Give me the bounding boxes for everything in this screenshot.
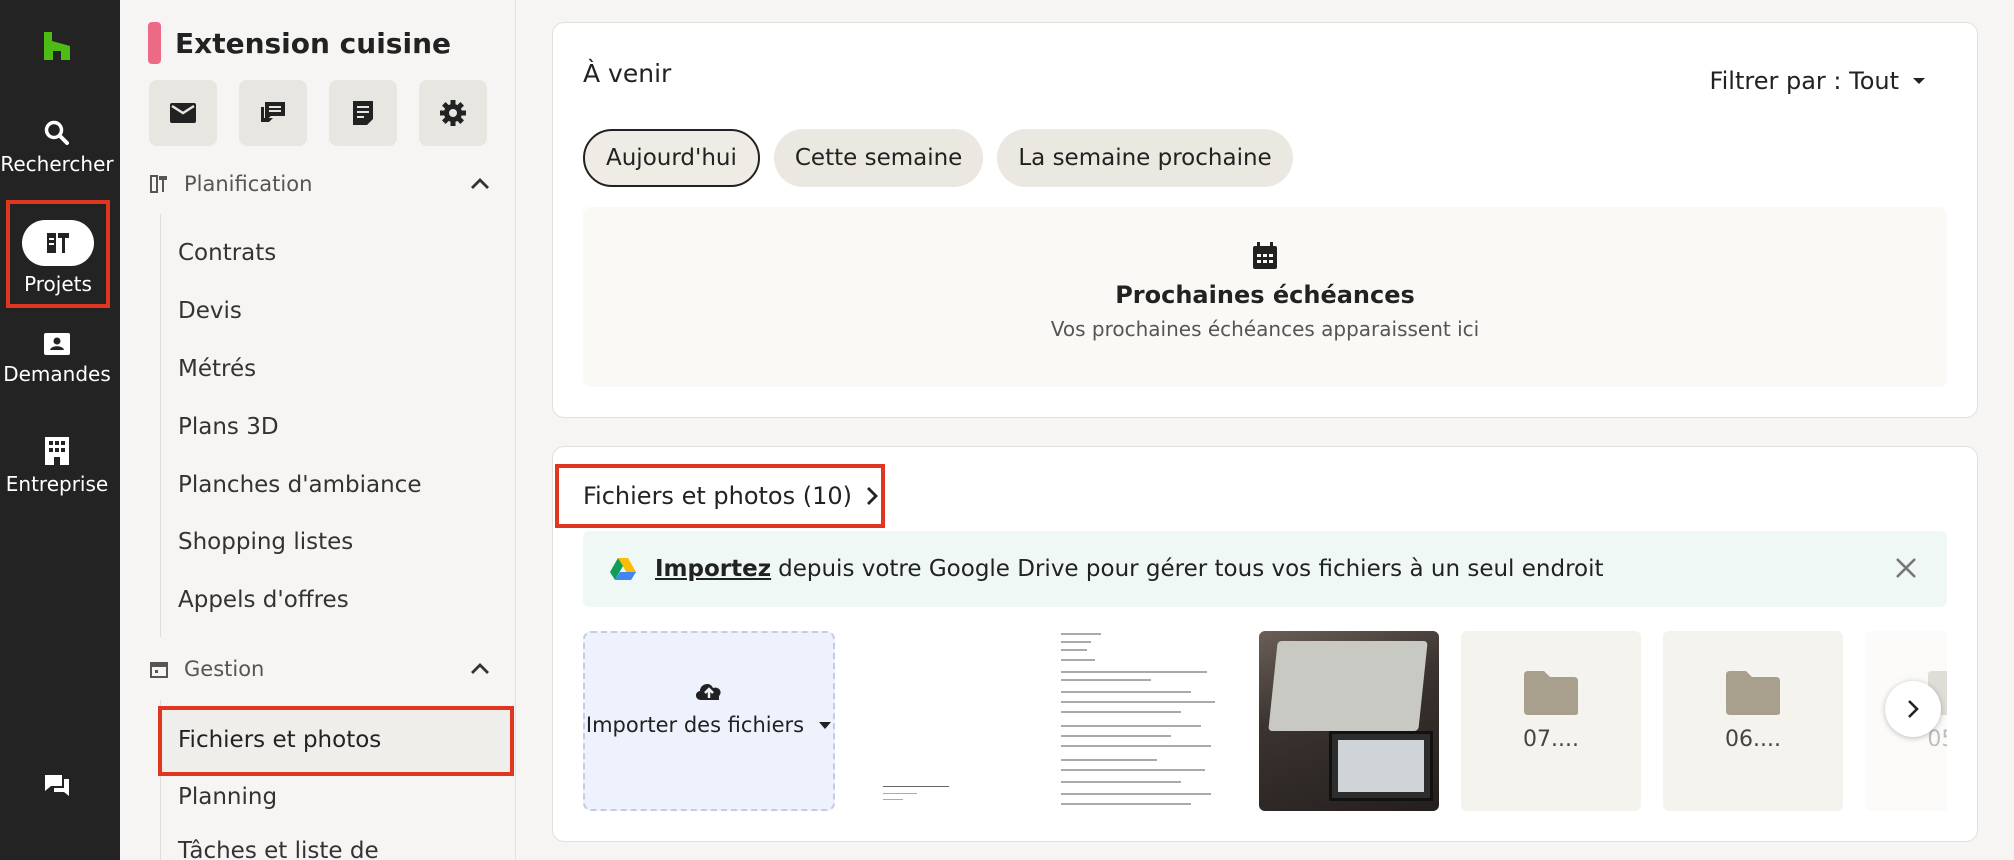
empty-state-subtitle: Vos prochaines échéances apparaissent ic…	[1050, 317, 1480, 341]
settings-button[interactable]	[419, 80, 487, 146]
folder-label: 07....	[1523, 727, 1579, 752]
chevron-right-icon	[1908, 700, 1919, 718]
rail-requests-label: Demandes	[3, 362, 111, 386]
calendar-small-icon	[150, 662, 168, 678]
nav-item-devis[interactable]: Devis	[178, 298, 242, 324]
rail-company[interactable]: Entreprise	[0, 436, 114, 496]
folder-icon	[1524, 671, 1578, 715]
nav-item-shopping[interactable]: Shopping listes	[178, 529, 353, 555]
folder-label: 06....	[1725, 727, 1781, 752]
chip-this-week[interactable]: Cette semaine	[773, 129, 984, 187]
planning-tools-icon	[150, 175, 167, 193]
caret-down-icon	[1913, 78, 1925, 84]
files-header-link[interactable]: Fichiers et photos (10)	[555, 464, 885, 528]
mail-button[interactable]	[149, 80, 217, 146]
app-rail: Rechercher Projets Demandes Entreprise	[0, 0, 120, 860]
rail-search[interactable]: Rechercher	[0, 120, 114, 176]
folder-tile[interactable]: 07....	[1461, 631, 1641, 811]
nav-item-plans-3d[interactable]: Plans 3D	[178, 414, 279, 440]
document-thumbnail[interactable]	[855, 631, 1035, 811]
chevron-up-icon	[471, 663, 489, 674]
rail-search-label: Rechercher	[0, 152, 114, 176]
file-thumbnails: Importer des fichiers 07.... 06.... 0	[583, 631, 1947, 813]
houzz-logo-icon[interactable]	[42, 30, 72, 62]
files-card: Fichiers et photos (10) Importez depuis …	[552, 446, 1978, 842]
contact-card-icon	[44, 333, 70, 355]
projects-icon	[22, 220, 94, 266]
chip-next-week[interactable]: La semaine prochaine	[997, 129, 1293, 187]
project-color-marker	[148, 22, 161, 64]
project-header: Extension cuisine	[148, 22, 451, 64]
google-drive-icon	[610, 558, 636, 580]
rail-requests[interactable]: Demandes	[0, 332, 114, 386]
drive-banner-text: depuis votre Google Drive pour gérer tou…	[778, 556, 1604, 582]
section-planification[interactable]: Planification	[150, 172, 490, 196]
chip-today[interactable]: Aujourd'hui	[583, 129, 760, 187]
upload-files-label: Importer des fichiers	[585, 713, 805, 737]
nav-item-contrats[interactable]: Contrats	[178, 240, 276, 266]
chat-icon[interactable]	[42, 772, 72, 804]
empty-state-title: Prochaines échéances	[1115, 281, 1415, 309]
section-gestion[interactable]: Gestion	[150, 657, 490, 681]
close-icon[interactable]	[1895, 557, 1917, 579]
search-icon	[44, 120, 69, 145]
section-planification-label: Planification	[184, 172, 313, 196]
project-sidebar: Extension cuisine Planification Contrats…	[120, 0, 516, 860]
google-drive-banner: Importez depuis votre Google Drive pour …	[583, 531, 1947, 607]
nav-item-planches[interactable]: Planches d'ambiance	[178, 472, 421, 498]
rail-projects-label: Projets	[24, 272, 92, 296]
calendar-icon	[1253, 242, 1277, 269]
nav-item-taches[interactable]: Tâches et liste de	[178, 838, 379, 860]
settings-icon	[440, 100, 466, 126]
quick-actions	[149, 80, 487, 146]
rail-company-label: Entreprise	[5, 472, 109, 496]
filter-dropdown[interactable]: Filtrer par : Tout	[1710, 67, 1927, 95]
building-icon	[45, 437, 69, 465]
mail-icon	[170, 103, 196, 123]
cloud-upload-icon	[695, 684, 721, 700]
period-chips: Aujourd'hui Cette semaine La semaine pro…	[583, 129, 1293, 187]
upload-files-dropdown[interactable]: Importer des fichiers	[586, 713, 832, 737]
document-thumbnail[interactable]	[1057, 631, 1237, 811]
messages-icon	[261, 102, 285, 122]
nav-item-fichiers-photos-label: Fichiers et photos	[178, 727, 382, 753]
rail-projects[interactable]: Projets	[6, 200, 110, 308]
notes-button[interactable]	[329, 80, 397, 146]
messages-button[interactable]	[239, 80, 307, 146]
caret-down-icon	[819, 721, 832, 729]
project-name: Extension cuisine	[175, 26, 451, 60]
carousel-next-button[interactable]	[1885, 681, 1941, 737]
filter-label: Filtrer par : Tout	[1709, 67, 1899, 95]
upcoming-title: À venir	[583, 59, 672, 88]
nav-item-metres[interactable]: Métrés	[178, 356, 256, 382]
upcoming-empty-state: Prochaines échéances Vos prochaines éché…	[583, 207, 1947, 387]
folder-tile[interactable]: 06....	[1663, 631, 1843, 811]
folder-icon	[1726, 671, 1780, 715]
upcoming-card: À venir Filtrer par : Tout Aujourd'hui C…	[552, 22, 1978, 418]
nav-item-fichiers-photos[interactable]: Fichiers et photos	[158, 706, 514, 776]
chevron-right-icon	[867, 487, 878, 505]
notes-icon	[353, 101, 373, 125]
nav-item-appels[interactable]: Appels d'offres	[178, 587, 349, 613]
nav-item-planning[interactable]: Planning	[178, 784, 277, 810]
section-gestion-label: Gestion	[184, 657, 265, 681]
nav-tree-line	[160, 214, 161, 637]
photo-thumbnail[interactable]	[1259, 631, 1439, 811]
drive-import-link[interactable]: Importez	[655, 556, 771, 582]
upload-files-tile[interactable]: Importer des fichiers	[583, 631, 835, 811]
files-header-title: Fichiers et photos (10)	[583, 482, 852, 510]
chevron-up-icon	[471, 178, 489, 189]
